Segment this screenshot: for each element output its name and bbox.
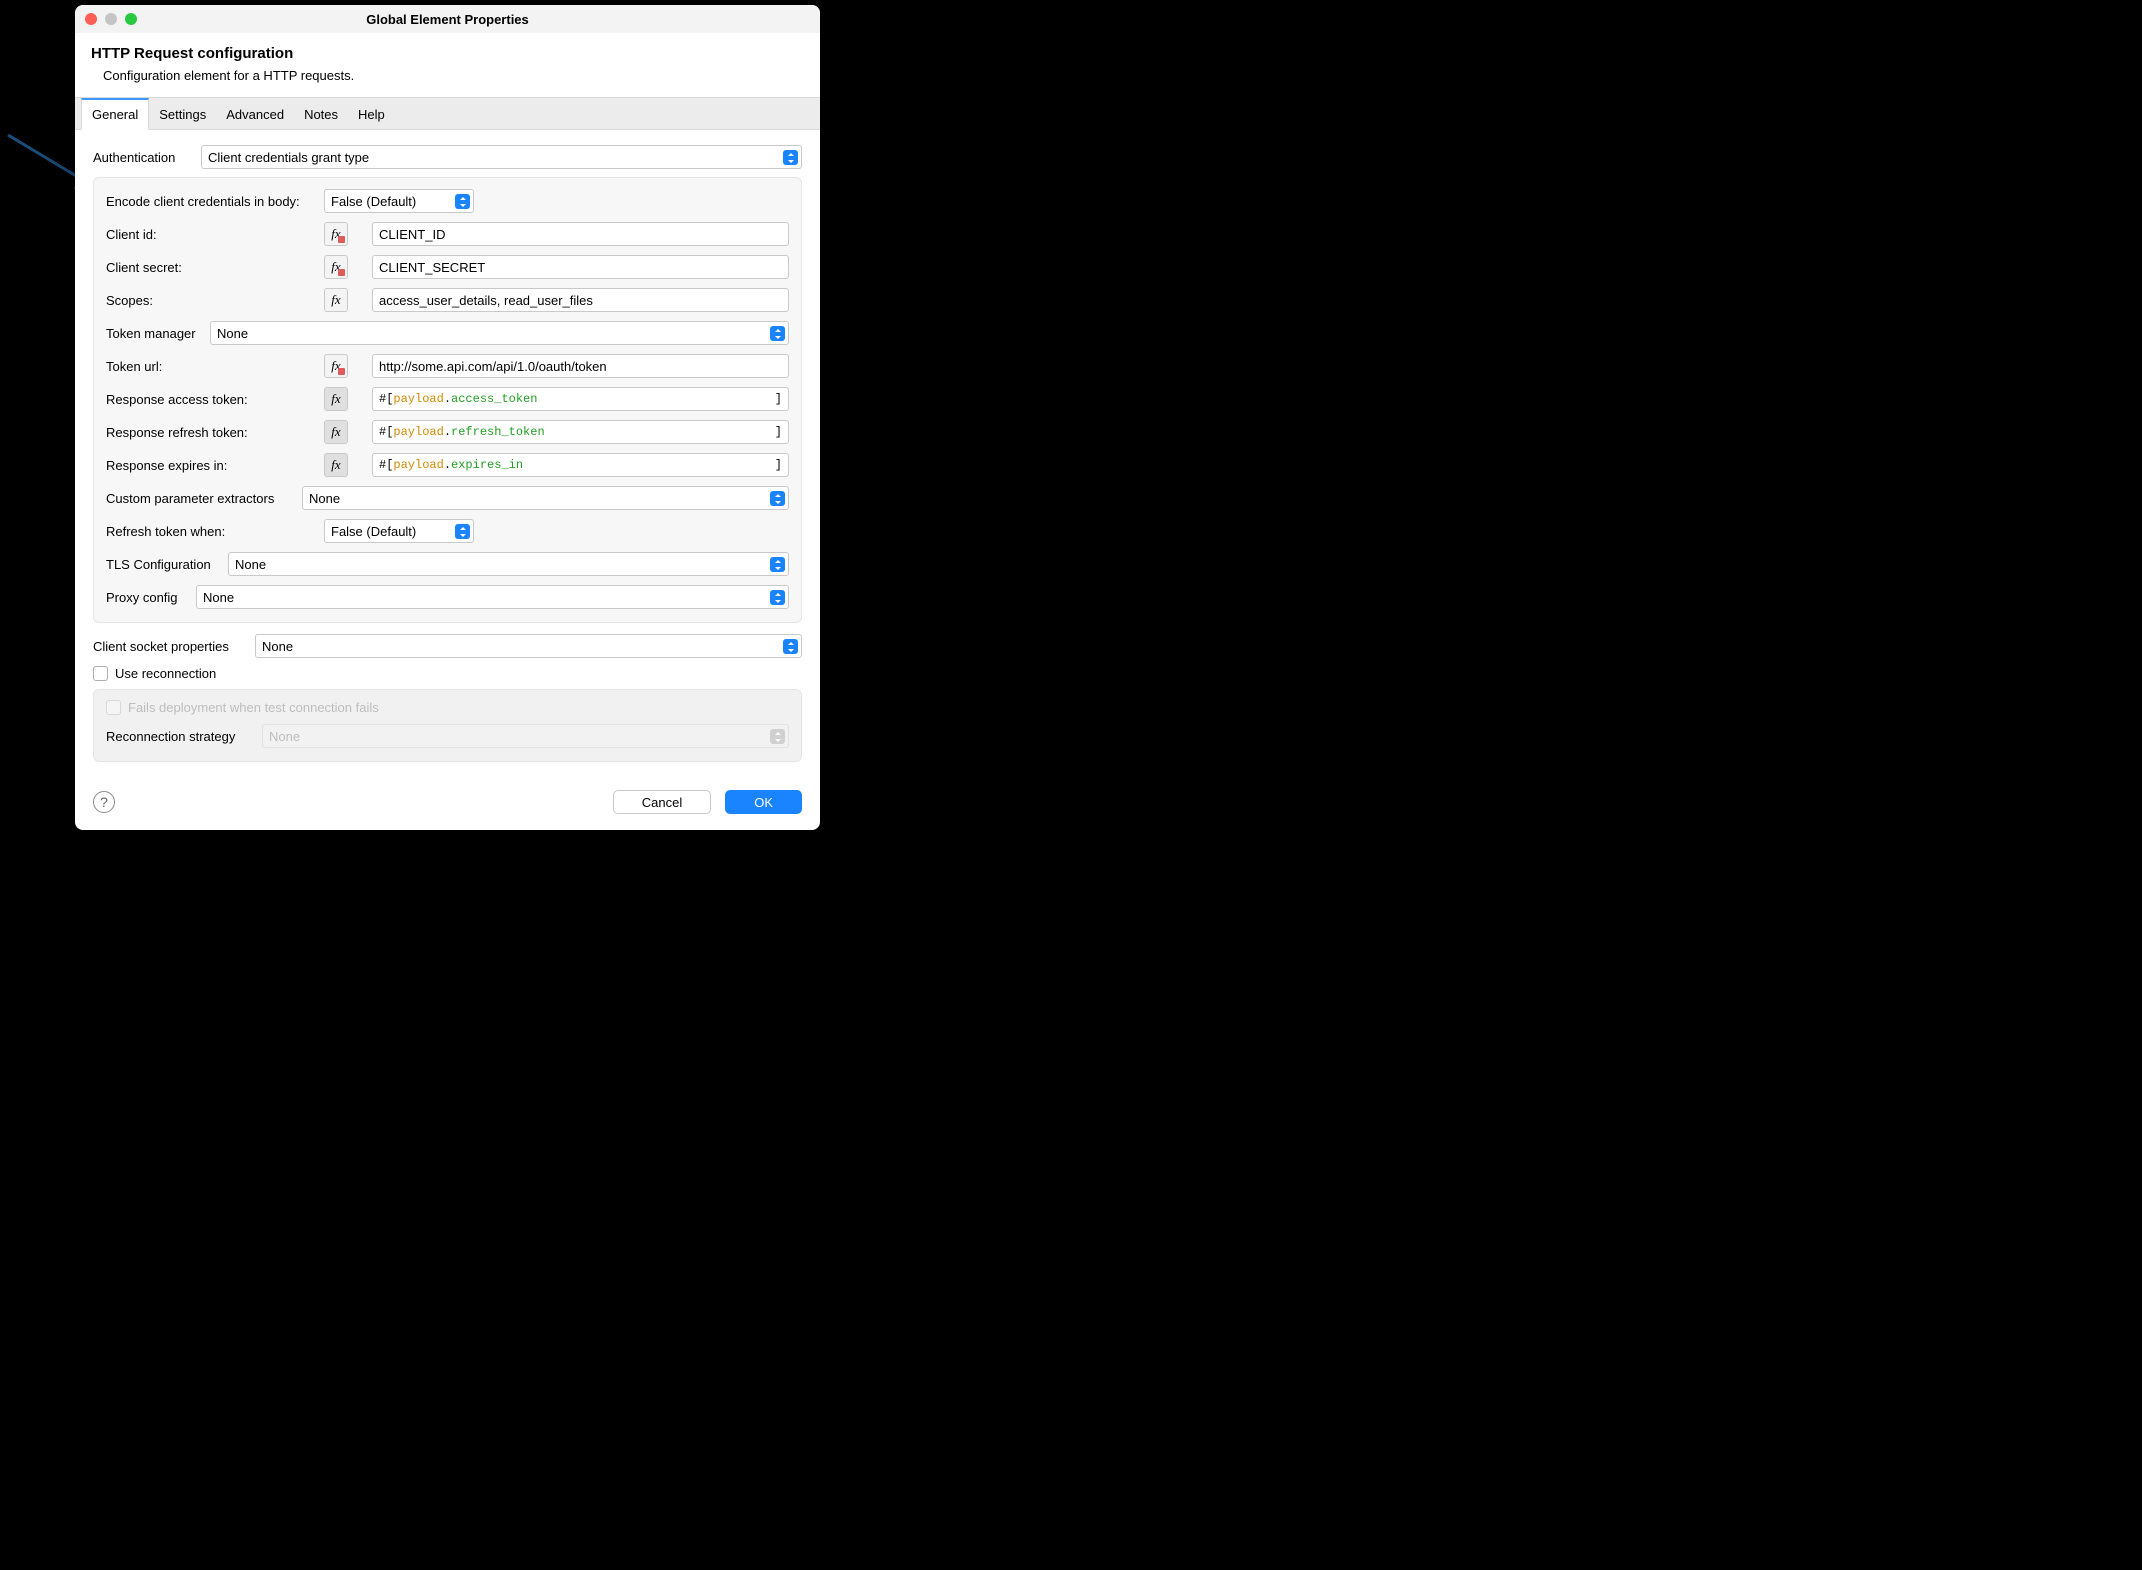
fails-deployment-label: Fails deployment when test connection fa…	[128, 700, 379, 715]
dialog-heading: HTTP Request configuration	[91, 45, 804, 62]
tls-config-label: TLS Configuration	[106, 557, 228, 572]
client-secret-input[interactable]	[372, 255, 789, 279]
chevron-updown-icon	[770, 729, 785, 744]
client-id-label: Client id:	[106, 227, 324, 242]
reconnection-section: Fails deployment when test connection fa…	[93, 689, 802, 762]
refresh-token-when-select[interactable]: False (Default)	[324, 519, 474, 543]
fx-icon[interactable]: fx	[324, 222, 348, 246]
tls-config-select[interactable]: None	[228, 552, 789, 576]
dialog-subheading: Configuration element for a HTTP request…	[91, 68, 804, 83]
response-refresh-token-input[interactable]: #[ payload.refresh_token]	[372, 420, 789, 444]
scopes-label: Scopes:	[106, 293, 324, 308]
help-icon[interactable]: ?	[93, 791, 115, 813]
window-title: Global Element Properties	[75, 12, 820, 27]
chevron-updown-icon	[455, 524, 470, 539]
tab-bar: General Settings Advanced Notes Help	[75, 97, 820, 130]
fx-icon[interactable]: fx	[324, 354, 348, 378]
global-element-properties-dialog: Global Element Properties HTTP Request c…	[75, 5, 820, 830]
use-reconnection-checkbox[interactable]	[93, 666, 108, 681]
use-reconnection-label: Use reconnection	[115, 666, 216, 681]
scopes-input[interactable]	[372, 288, 789, 312]
response-access-token-input[interactable]: #[ payload.access_token]	[372, 387, 789, 411]
titlebar: Global Element Properties	[75, 5, 820, 33]
proxy-config-label: Proxy config	[106, 590, 196, 605]
cancel-button[interactable]: Cancel	[613, 790, 711, 814]
client-secret-label: Client secret:	[106, 260, 324, 275]
fails-deployment-checkbox	[106, 700, 121, 715]
proxy-config-select[interactable]: None	[196, 585, 789, 609]
dialog-header: HTTP Request configuration Configuration…	[75, 33, 820, 97]
tab-settings[interactable]: Settings	[149, 98, 216, 129]
response-access-token-label: Response access token:	[106, 392, 324, 407]
ok-button[interactable]: OK	[725, 790, 802, 814]
chevron-updown-icon	[783, 639, 798, 654]
chevron-updown-icon	[770, 557, 785, 572]
fx-icon[interactable]: fx	[324, 420, 348, 444]
response-expires-in-label: Response expires in:	[106, 458, 324, 473]
token-manager-select[interactable]: None	[210, 321, 789, 345]
tab-advanced[interactable]: Advanced	[216, 98, 294, 129]
authentication-label: Authentication	[93, 150, 201, 165]
fx-icon[interactable]: fx	[324, 288, 348, 312]
token-manager-label: Token manager	[106, 326, 210, 341]
authentication-select[interactable]: Client credentials grant type	[201, 145, 802, 169]
tab-general[interactable]: General	[81, 98, 149, 130]
response-refresh-token-label: Response refresh token:	[106, 425, 324, 440]
custom-extractors-label: Custom parameter extractors	[106, 491, 302, 506]
encode-select[interactable]: False (Default)	[324, 189, 474, 213]
fx-icon[interactable]: fx	[324, 255, 348, 279]
refresh-token-when-label: Refresh token when:	[106, 524, 324, 539]
tab-help[interactable]: Help	[348, 98, 395, 129]
chevron-updown-icon	[783, 150, 798, 165]
chevron-updown-icon	[770, 491, 785, 506]
tab-notes[interactable]: Notes	[294, 98, 348, 129]
custom-extractors-select[interactable]: None	[302, 486, 789, 510]
token-url-label: Token url:	[106, 359, 324, 374]
dialog-body: Authentication Client credentials grant …	[75, 130, 820, 776]
reconnection-strategy-select: None	[262, 724, 789, 748]
client-id-input[interactable]	[372, 222, 789, 246]
auth-settings-section: Encode client credentials in body: False…	[93, 177, 802, 623]
reconnection-strategy-label: Reconnection strategy	[106, 729, 262, 744]
client-socket-properties-select[interactable]: None	[255, 634, 802, 658]
chevron-updown-icon	[455, 194, 470, 209]
chevron-updown-icon	[770, 326, 785, 341]
fx-icon[interactable]: fx	[324, 453, 348, 477]
encode-label: Encode client credentials in body:	[106, 194, 324, 209]
dialog-footer: ? Cancel OK	[75, 776, 820, 830]
chevron-updown-icon	[770, 590, 785, 605]
fx-icon[interactable]: fx	[324, 387, 348, 411]
client-socket-properties-label: Client socket properties	[93, 639, 255, 654]
token-url-input[interactable]	[372, 354, 789, 378]
response-expires-in-input[interactable]: #[ payload.expires_in]	[372, 453, 789, 477]
